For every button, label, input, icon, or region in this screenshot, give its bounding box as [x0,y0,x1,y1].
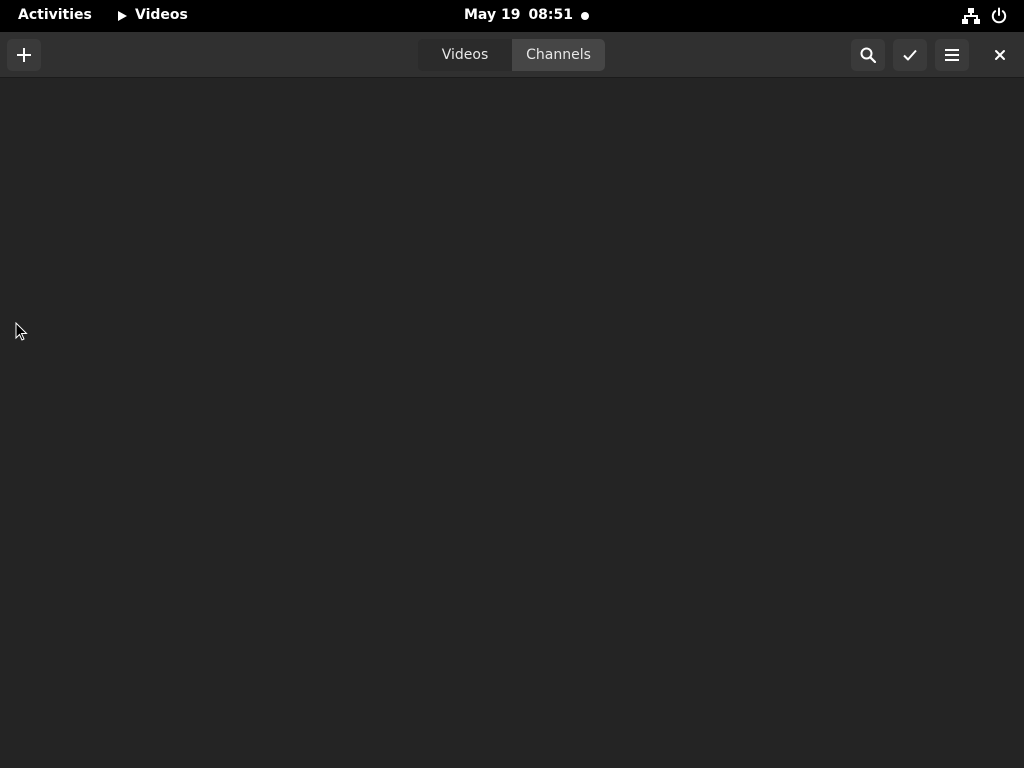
checkmark-icon [903,49,917,61]
tab-channels[interactable]: Channels [512,39,605,71]
tab-videos[interactable]: Videos [418,39,512,71]
app-menu-label: Videos [135,7,188,23]
play-icon [118,10,127,21]
clock-date: May 19 [464,7,521,23]
top-bar: Activities Videos May 19 08:51 [0,0,1024,32]
clock[interactable]: May 19 08:51 [464,7,573,23]
power-icon[interactable] [989,6,1009,26]
activities-button[interactable]: Activities [18,7,92,23]
header-bar: Videos Channels [0,32,1024,78]
network-wired-icon[interactable] [961,6,981,26]
search-button[interactable] [851,39,885,71]
mouse-cursor-icon [15,321,29,346]
content-area [0,79,1024,768]
app-menu[interactable]: Videos [118,7,188,23]
clock-time: 08:51 [528,7,574,23]
search-icon [860,47,876,63]
select-button[interactable] [893,39,927,71]
plus-icon [17,48,31,62]
view-switcher: Videos Channels [418,39,605,71]
main-menu-button[interactable] [935,39,969,71]
close-button[interactable] [983,39,1017,71]
hamburger-menu-icon [945,49,959,61]
add-button[interactable] [7,39,41,71]
close-icon [995,50,1005,60]
notification-dot-icon [581,12,589,20]
